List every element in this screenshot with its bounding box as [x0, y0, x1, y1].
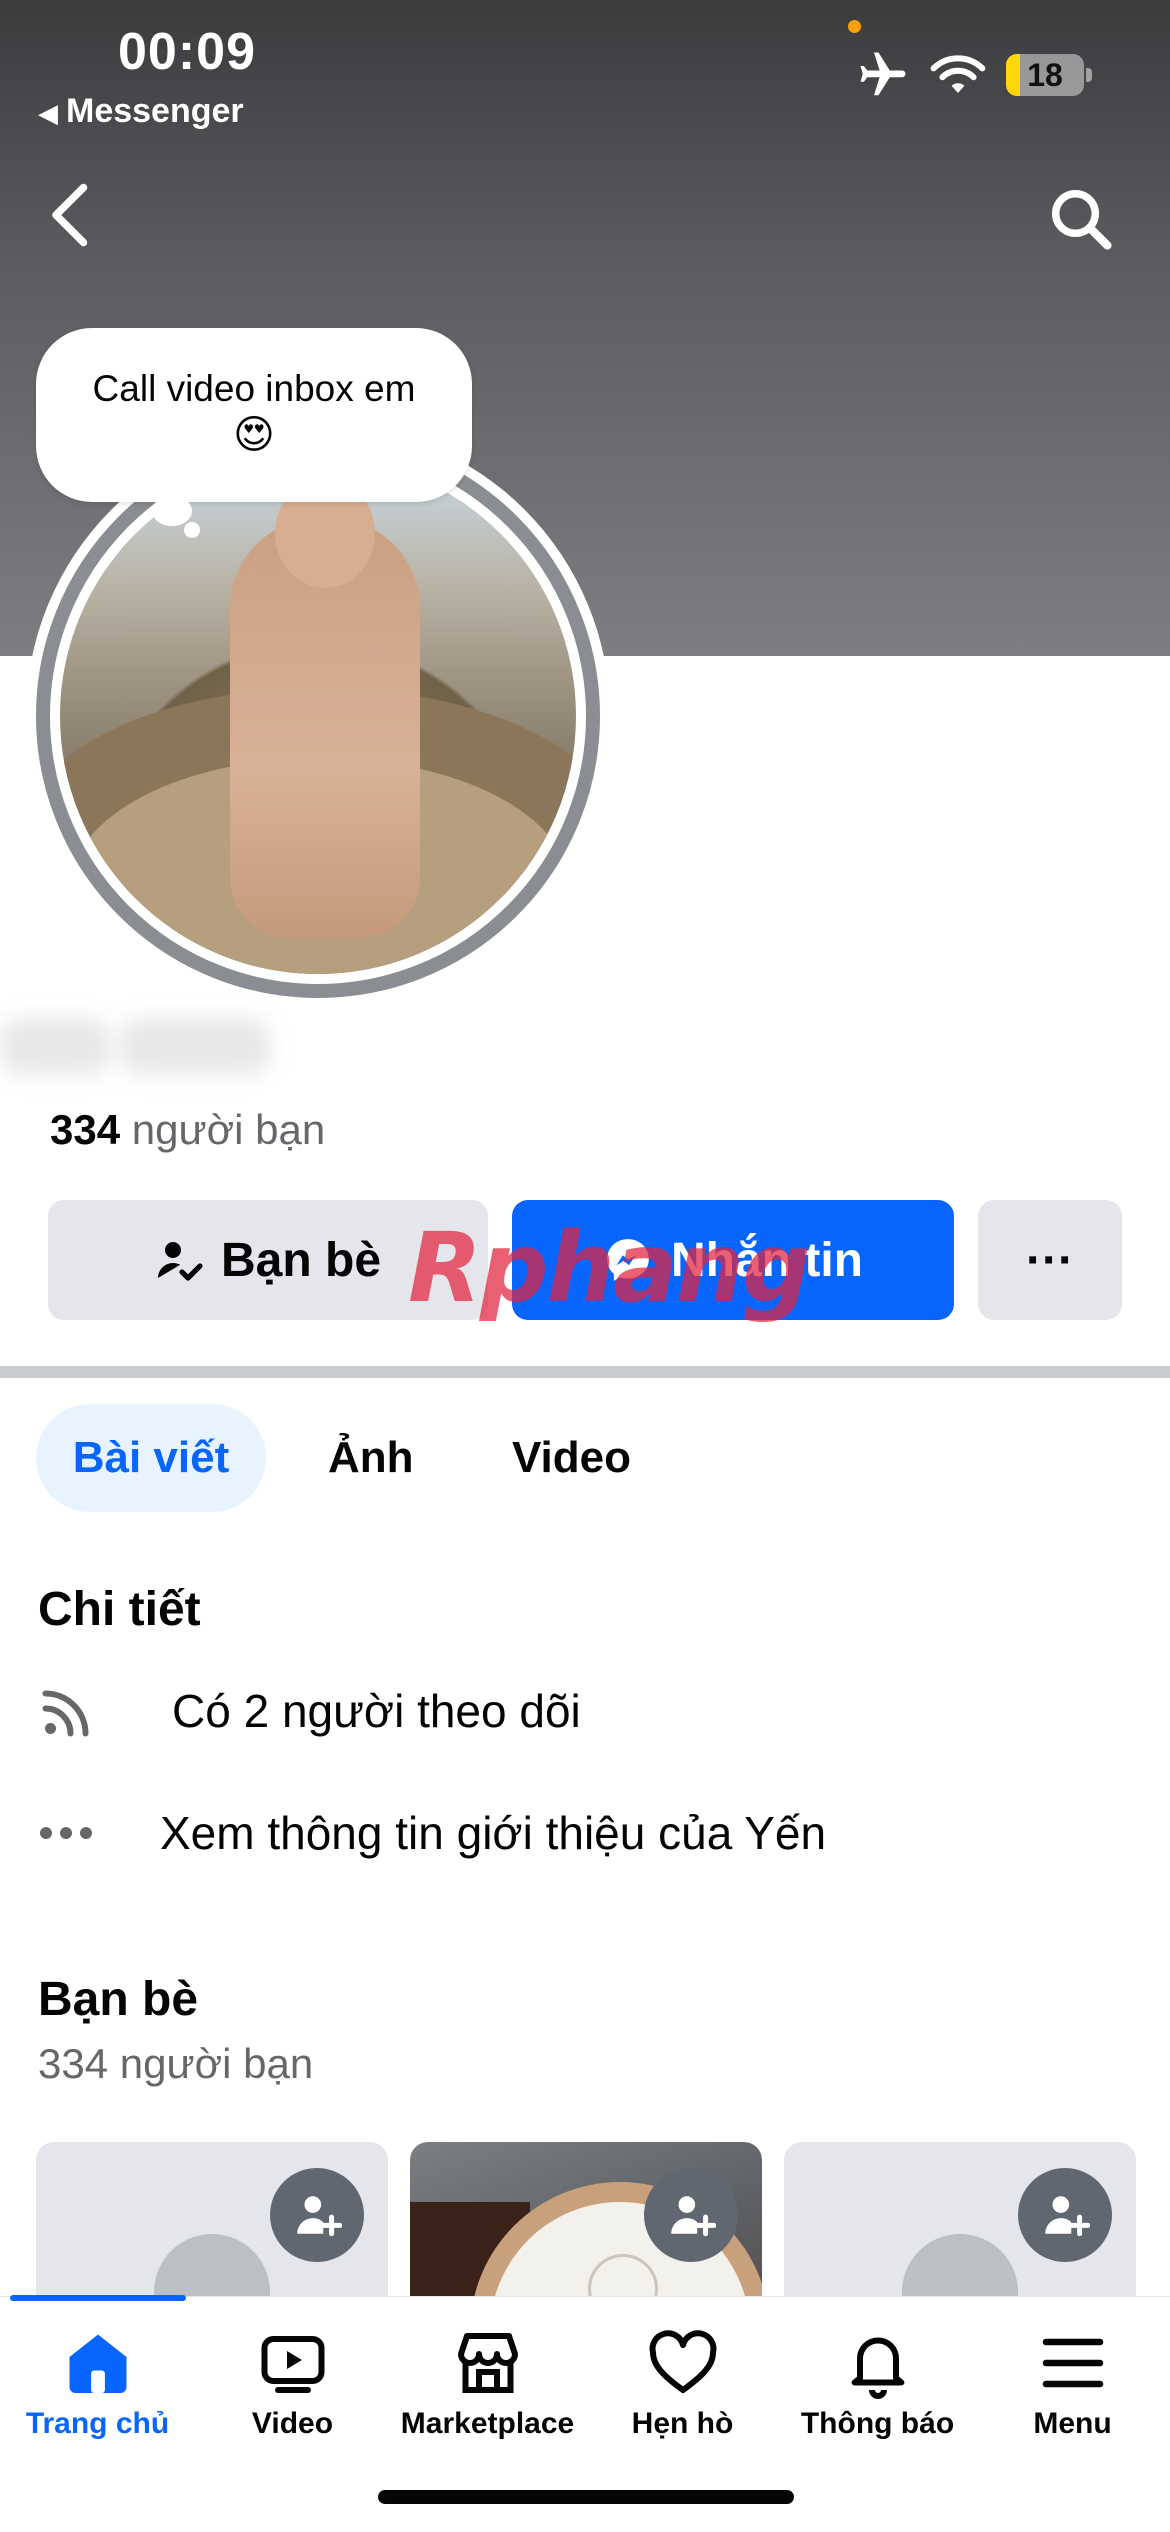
add-friend-button[interactable] [270, 2168, 364, 2262]
nav-video-label: Video [251, 2407, 334, 2440]
nav-video[interactable]: Video [195, 2327, 390, 2441]
home-indicator [378, 2490, 794, 2504]
nav-marketplace[interactable]: Marketplace [390, 2327, 585, 2441]
wifi-icon [930, 55, 986, 93]
add-friend-icon [1045, 2196, 1090, 2237]
friends-section-title: Bạn bè [38, 1973, 199, 2026]
nav-menu[interactable]: Menu [975, 2327, 1170, 2441]
more-options-button[interactable]: ··· [978, 1200, 1122, 1320]
active-tab-indicator [10, 2295, 186, 2301]
friend-check-icon [157, 1242, 203, 1281]
battery-percent: 18 [1027, 57, 1063, 93]
note-text: Call video inbox em [92, 368, 416, 409]
privacy-indicator-dot [848, 20, 861, 33]
add-friend-button[interactable] [1018, 2168, 1112, 2262]
bell-icon [851, 2337, 904, 2399]
back-to-app-link[interactable]: ◀ Messenger [38, 92, 244, 131]
airplane-mode-icon [860, 52, 906, 96]
heart-icon [649, 2330, 716, 2393]
more-options-icon: ··· [1026, 1233, 1074, 1287]
back-triangle-icon: ◀ [38, 98, 58, 128]
rss-followers-icon [42, 1690, 89, 1737]
nav-menu-label: Menu [1033, 2407, 1112, 2440]
back-arrow-icon[interactable] [44, 180, 98, 250]
tab-posts[interactable]: Bài viết [36, 1404, 266, 1512]
friends-count-number: 334 [50, 1106, 121, 1153]
profile-picture[interactable] [60, 458, 576, 974]
nav-notifications[interactable]: Thông báo [780, 2327, 975, 2441]
friends-button-label: Bạn bè [220, 1233, 382, 1287]
nav-dating-label: Hẹn hò [631, 2407, 734, 2440]
add-friend-icon [671, 2196, 716, 2237]
friends-count-label: người bạn [131, 1106, 326, 1153]
nav-notifications-label: Thông báo [800, 2407, 955, 2440]
search-icon[interactable] [1048, 186, 1114, 252]
watermark-logo: Rphang [408, 1212, 811, 1324]
friends-section-subtitle: 334 người bạn [38, 2040, 314, 2087]
profile-note-bubble[interactable]: Call video inbox em 😍 [36, 328, 472, 538]
status-time: 00:09 [118, 23, 256, 81]
ellipsis-icon [40, 1827, 92, 1839]
video-icon [261, 2336, 324, 2393]
back-app-label: Messenger [66, 92, 244, 130]
menu-icon [1042, 2338, 1103, 2388]
add-friend-icon [297, 2196, 342, 2237]
marketplace-icon [457, 2333, 518, 2393]
add-friend-button[interactable] [644, 2168, 738, 2262]
profile-name-redacted [0, 1000, 320, 1090]
nav-home-label: Trang chủ [25, 2407, 170, 2440]
about-row[interactable]: Xem thông tin giới thiệu của Yến [38, 1798, 826, 1868]
friends-count[interactable]: 334 người bạn [50, 1106, 325, 1154]
tab-photos[interactable]: Ảnh [328, 1404, 414, 1512]
section-divider [0, 1366, 1170, 1378]
home-icon [69, 2334, 126, 2393]
nav-marketplace-label: Marketplace [400, 2407, 575, 2440]
nav-home[interactable]: Trang chủ [0, 2327, 195, 2441]
followers-row[interactable]: Có 2 người theo dõi [38, 1676, 581, 1746]
about-text: Xem thông tin giới thiệu của Yến [160, 1807, 827, 1859]
details-title: Chi tiết [38, 1583, 201, 1636]
battery-indicator: 18 [1006, 54, 1092, 96]
followers-text: Có 2 người theo dõi [172, 1685, 581, 1737]
tab-video[interactable]: Video [512, 1404, 631, 1512]
heart-eyes-emoji-icon: 😍 [233, 413, 275, 457]
nav-dating[interactable]: Hẹn hò [585, 2327, 780, 2441]
